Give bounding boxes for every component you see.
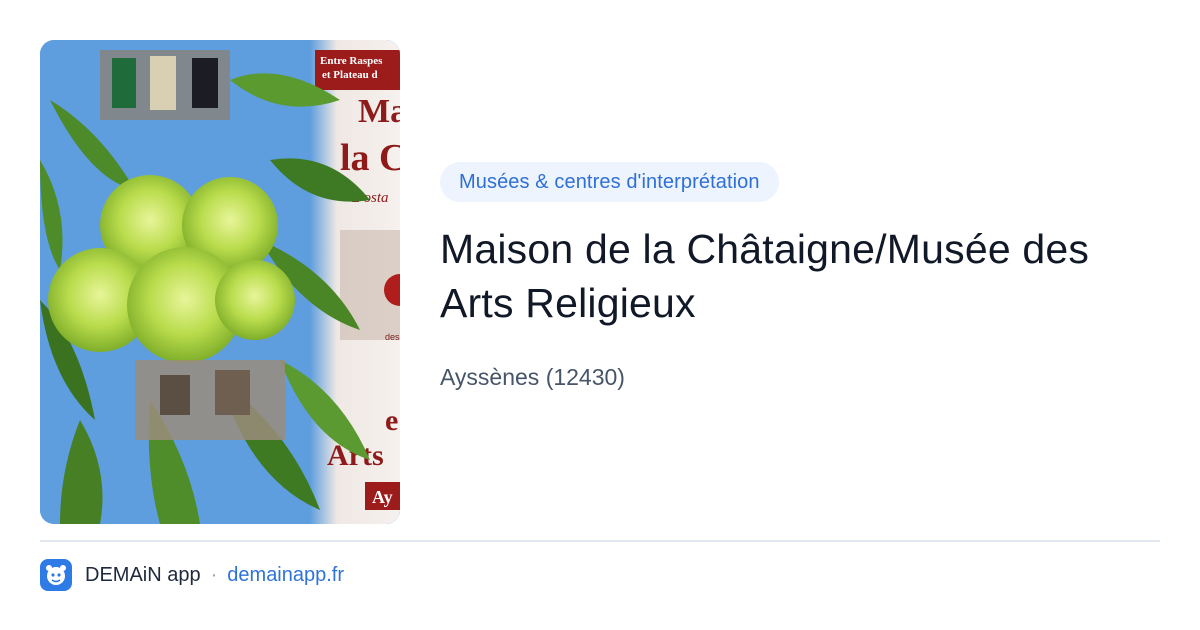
demain-app-icon[interactable]	[40, 559, 72, 591]
poster-text-2: et Plateau d	[322, 69, 378, 81]
link-preview-card[interactable]: Entre Raspes et Plateau d Ma la C L'osta…	[0, 0, 1200, 630]
domain-link[interactable]: demainapp.fr	[227, 564, 344, 587]
card-text: Musées & centres d'interprétation Maison…	[440, 162, 1160, 391]
place-title[interactable]: Maison de la Châtaigne/Musée des Arts Re…	[440, 222, 1160, 330]
footer-divider	[40, 540, 1160, 542]
app-name: DEMAiN app	[85, 563, 201, 586]
poster-big-2: la C	[340, 137, 400, 179]
card-footer: DEMAiN app · demainapp.fr	[40, 558, 344, 592]
poster-e: e	[385, 404, 398, 437]
poster-ay: Ay	[372, 487, 393, 507]
place-photo: Entre Raspes et Plateau d Ma la C L'osta…	[40, 40, 400, 524]
footer-separator: ·	[210, 563, 218, 586]
poster-text-1: Entre Raspes	[320, 55, 383, 67]
category-badge[interactable]: Musées & centres d'interprétation	[440, 162, 779, 202]
poster-small: des	[385, 332, 400, 342]
place-location: Ayssènes (12430)	[440, 364, 625, 390]
poster-big-1: Ma	[358, 93, 400, 130]
